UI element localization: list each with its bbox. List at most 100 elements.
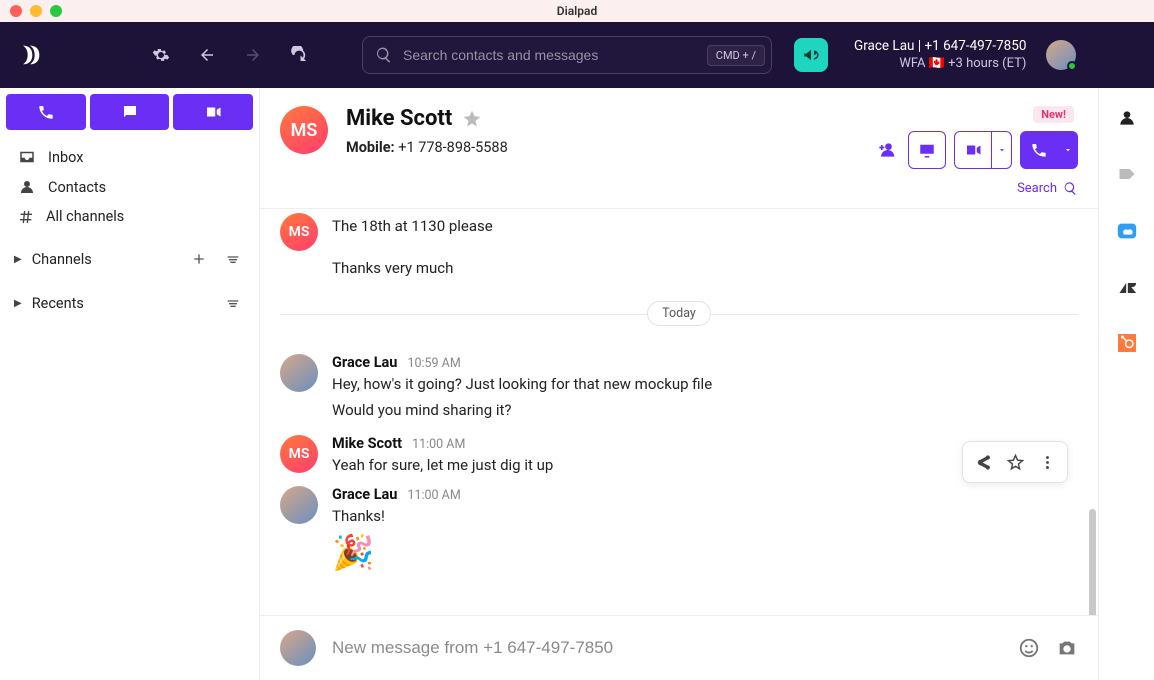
- chevron-down-icon: [1063, 145, 1073, 155]
- settings-button[interactable]: [142, 36, 180, 74]
- message-icon: [121, 103, 139, 121]
- contact-header: MS Mike Scott Mobile: +1 778-898-5588 Ne…: [260, 88, 1098, 209]
- screen-share-icon: [918, 141, 936, 159]
- search-icon: [1063, 181, 1078, 196]
- message-row: Grace Lau 11:00 AM Thanks!: [260, 476, 1098, 527]
- chevron-down-icon: [997, 145, 1007, 155]
- composer-input[interactable]: [332, 638, 1002, 658]
- message-avatar[interactable]: [280, 486, 318, 524]
- message-row: Grace Lau 10:59 AM Hey, how's it going? …: [260, 344, 1098, 395]
- video-call-split-button[interactable]: [954, 131, 1012, 169]
- emoji-picker-button[interactable]: [1018, 637, 1040, 659]
- add-channel-button[interactable]: [187, 247, 211, 271]
- conversation-search-button[interactable]: Search: [1017, 181, 1078, 196]
- attach-image-button[interactable]: [1056, 637, 1078, 659]
- presence-indicator: [1067, 61, 1077, 71]
- current-user-block[interactable]: Grace Lau | +1 647-497-7850 WFA 🇨🇦 +3 ho…: [854, 37, 1026, 73]
- message-avatar[interactable]: MS: [280, 213, 318, 251]
- message-text: The 18th at 1130 please: [332, 217, 1078, 235]
- share-screen-button[interactable]: [908, 131, 946, 169]
- message-sender: Grace Lau: [332, 486, 397, 503]
- new-badge: New!: [1033, 106, 1074, 123]
- refresh-button[interactable]: [280, 36, 318, 74]
- new-call-button[interactable]: [6, 94, 86, 130]
- left-sidebar: Inbox Contacts All channels ▶ Channels ▶: [0, 88, 260, 680]
- global-search-input[interactable]: [403, 47, 697, 63]
- current-user-phone: +1 647-497-7850: [924, 38, 1026, 54]
- right-rail: [1098, 88, 1154, 680]
- voice-call-dropdown[interactable]: [1058, 131, 1078, 169]
- contact-avatar[interactable]: MS: [280, 106, 328, 154]
- message-text: Would you mind sharing it?: [260, 395, 1098, 425]
- message-row: MS The 18th at 1130 please: [260, 209, 1098, 253]
- voice-call-split-button[interactable]: [1020, 131, 1078, 169]
- recents-settings-button[interactable]: [221, 291, 245, 315]
- message-avatar[interactable]: MS: [280, 435, 318, 473]
- search-shortcut-badge: CMD + /: [707, 45, 765, 66]
- contact-name: Mike Scott: [346, 106, 452, 131]
- zendesk-icon: [1117, 278, 1137, 298]
- phone-icon: [37, 103, 55, 121]
- nav-label: All channels: [46, 208, 124, 225]
- star-icon: [462, 109, 482, 129]
- megaphone-icon: [802, 46, 820, 64]
- app-logo-icon[interactable]: [16, 41, 44, 69]
- rail-integration-hubspot[interactable]: [1118, 334, 1136, 352]
- phone-label: Mobile:: [346, 139, 395, 156]
- message-time: 11:00 AM: [412, 437, 465, 452]
- tag-icon: [1117, 164, 1137, 184]
- video-icon: [964, 141, 982, 159]
- rail-integration-salesforce[interactable]: [1116, 220, 1138, 242]
- nav-inbox[interactable]: Inbox: [8, 142, 251, 172]
- more-vertical-icon: [1039, 454, 1056, 471]
- section-channels[interactable]: ▶ Channels: [0, 237, 259, 281]
- message-text: Hey, how's it going? Just looking for th…: [332, 375, 1078, 393]
- new-meeting-button[interactable]: [173, 94, 253, 130]
- date-divider: Today: [280, 301, 1078, 326]
- message-list[interactable]: MS The 18th at 1130 please Thanks very m…: [260, 209, 1098, 615]
- favorite-button[interactable]: [462, 109, 482, 129]
- star-message-button[interactable]: [999, 446, 1031, 478]
- current-user-avatar[interactable]: [1046, 40, 1076, 70]
- rail-profile[interactable]: [1117, 108, 1137, 128]
- message-reaction[interactable]: 🎉: [260, 527, 1098, 579]
- scrollbar-thumb[interactable]: [1089, 509, 1096, 615]
- plus-icon: [191, 251, 207, 267]
- message-sender: Grace Lau: [332, 354, 397, 371]
- current-user-name: Grace Lau: [854, 38, 914, 54]
- chevron-right-icon: ▶: [14, 298, 22, 309]
- section-label: Recents: [32, 295, 211, 312]
- voice-call-button[interactable]: [1020, 131, 1058, 169]
- composer-avatar: [280, 630, 316, 666]
- search-icon: [375, 46, 393, 64]
- video-call-dropdown[interactable]: [992, 131, 1012, 169]
- chevron-right-icon: ▶: [14, 254, 22, 265]
- video-call-button[interactable]: [954, 131, 992, 169]
- section-label: Channels: [32, 251, 177, 268]
- nav-back-button[interactable]: [188, 36, 226, 74]
- camera-icon: [1056, 637, 1078, 659]
- rail-tag[interactable]: [1117, 164, 1137, 184]
- cloud-icon: [1116, 220, 1138, 242]
- more-message-button[interactable]: [1031, 446, 1063, 478]
- rail-integration-zendesk[interactable]: [1117, 278, 1137, 298]
- message-sender: Mike Scott: [332, 435, 402, 452]
- message-avatar[interactable]: [280, 354, 318, 392]
- share-icon: [975, 454, 992, 471]
- emoji-icon: [1018, 637, 1040, 659]
- filter-icon: [225, 295, 241, 311]
- window-title: Dialpad: [0, 4, 1154, 18]
- message-hover-actions: [962, 441, 1068, 483]
- new-message-button[interactable]: [90, 94, 170, 130]
- filter-icon: [225, 251, 241, 267]
- section-recents[interactable]: ▶ Recents: [0, 281, 259, 325]
- announcement-button[interactable]: [794, 38, 828, 72]
- nav-contacts[interactable]: Contacts: [8, 172, 251, 202]
- channel-settings-button[interactable]: [221, 247, 245, 271]
- global-search[interactable]: CMD + /: [362, 36, 772, 74]
- nav-all-channels[interactable]: All channels: [8, 202, 251, 231]
- star-icon: [1007, 454, 1024, 471]
- add-contact-button[interactable]: [872, 136, 900, 164]
- share-message-button[interactable]: [967, 446, 999, 478]
- hubspot-icon: [1118, 334, 1136, 352]
